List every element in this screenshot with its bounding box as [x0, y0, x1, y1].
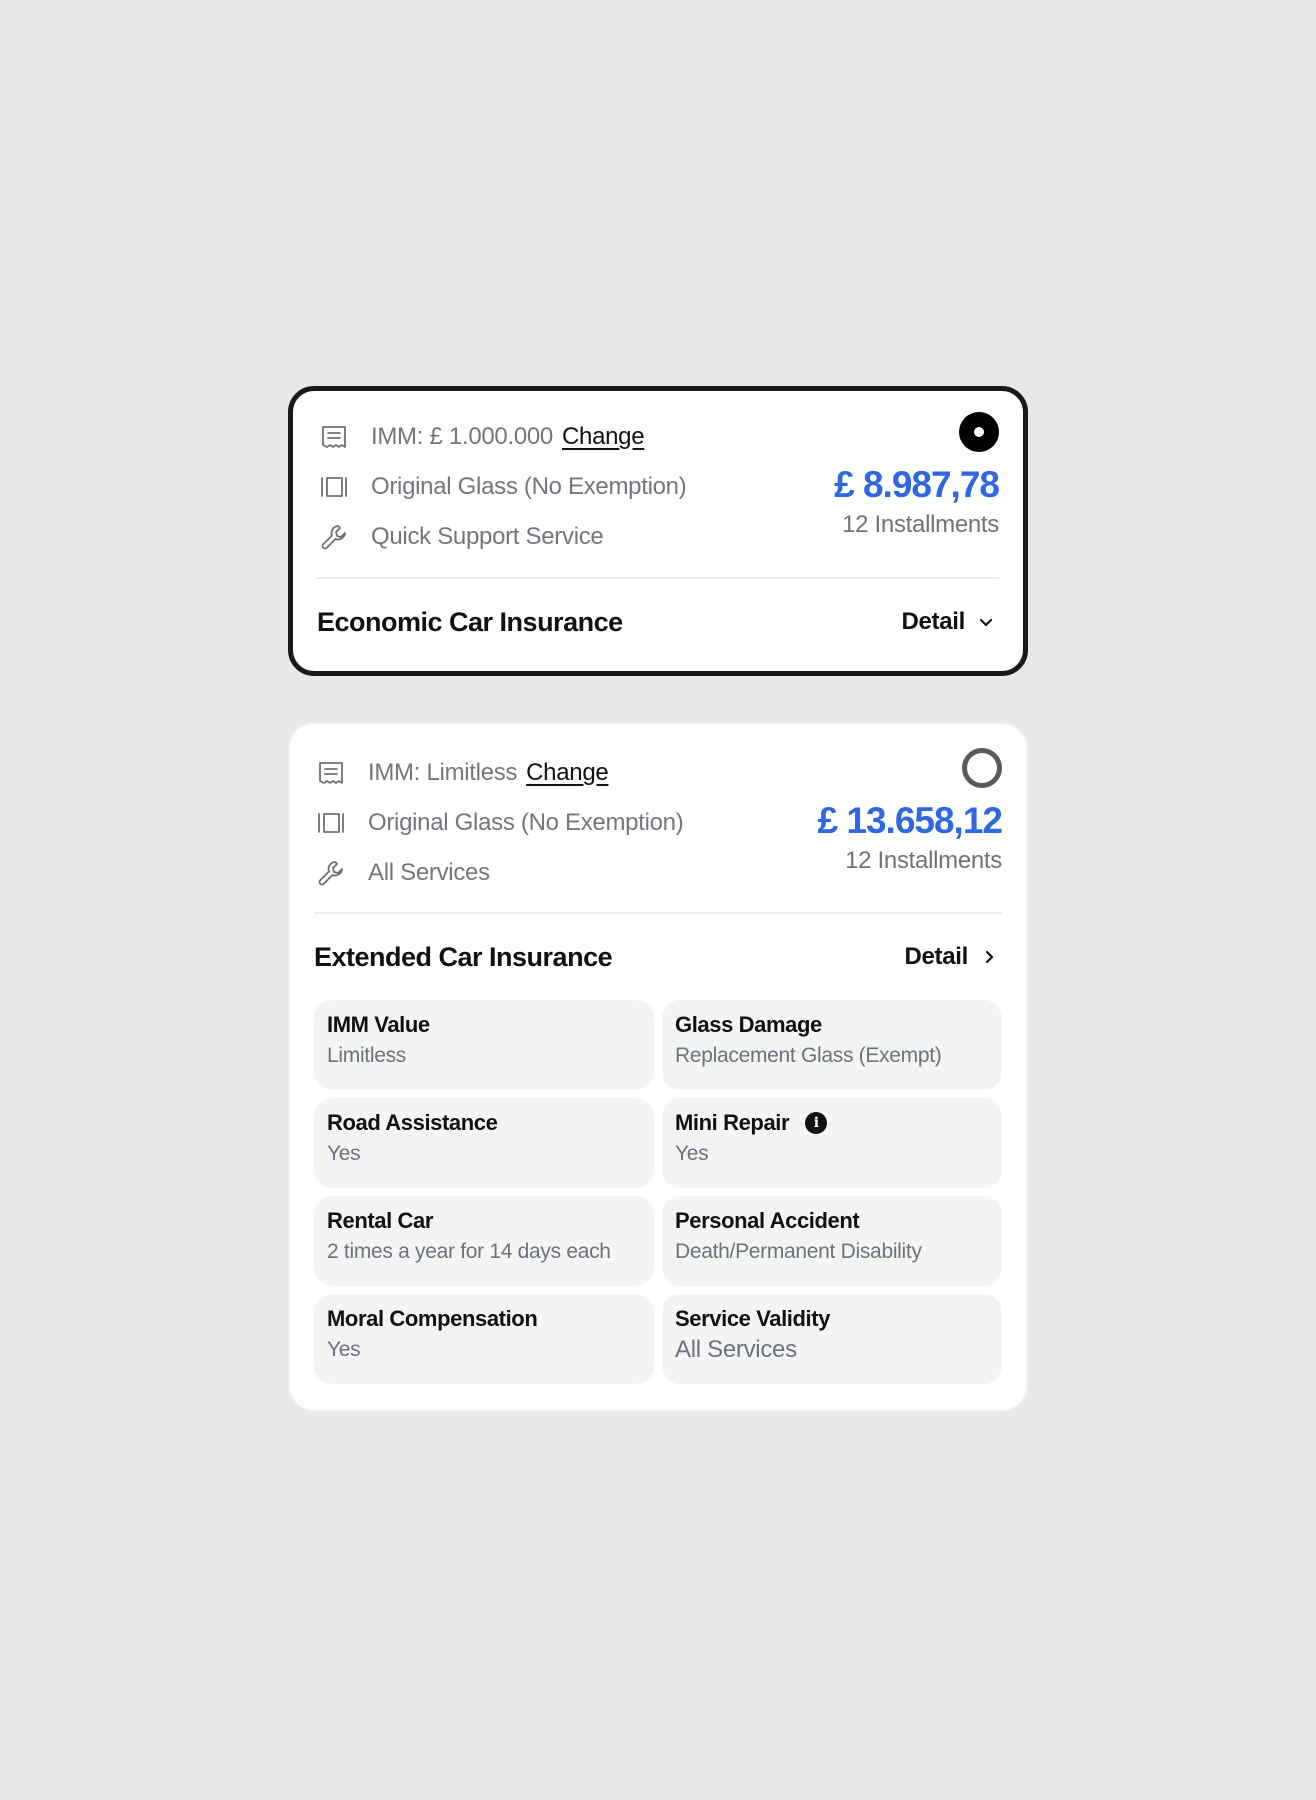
- detail-value: Limitless: [327, 1044, 406, 1067]
- detail-value: 2 times a year for 14 days each: [327, 1240, 611, 1263]
- detail-key: Glass Damage: [675, 1012, 822, 1037]
- detail-moral-compensation: Moral Compensation Yes: [314, 1294, 654, 1384]
- change-imm-link[interactable]: Change: [562, 423, 645, 451]
- price-amount: £ 8.987,78: [834, 464, 1000, 505]
- detail-value: Yes: [327, 1142, 361, 1165]
- feature-service: Quick Support Service: [317, 512, 686, 562]
- detail-imm-value: IMM Value Limitless: [314, 1000, 654, 1090]
- feature-list: IMM: Limitless Change Original Glass (No…: [314, 748, 684, 898]
- detail-rental-car: Rental Car 2 times a year for 14 days ea…: [314, 1196, 654, 1286]
- receipt-icon: [314, 756, 348, 790]
- chevron-right-icon: [985, 950, 994, 964]
- glass-icon: [314, 806, 348, 840]
- feature-service-label: All Services: [368, 859, 490, 886]
- feature-glass-label: Original Glass (No Exemption): [368, 809, 684, 836]
- divider: [314, 912, 1002, 914]
- detail-toggle-button[interactable]: Detail: [901, 608, 999, 636]
- divider: [317, 577, 999, 579]
- installments-label: 12 Installments: [842, 511, 999, 538]
- plan-summary: IMM: Limitless Change Original Glass (No…: [314, 748, 1003, 894]
- feature-glass: Original Glass (No Exemption): [314, 798, 684, 848]
- detail-key: Road Assistance: [327, 1110, 498, 1135]
- plan-title-row: Extended Car Insurance Detail: [314, 937, 1002, 977]
- detail-value: All Services: [675, 1336, 797, 1363]
- feature-glass: Original Glass (No Exemption): [317, 462, 687, 512]
- detail-label: Detail: [901, 608, 965, 635]
- plan-title: Economic Car Insurance: [317, 606, 623, 637]
- detail-label: Detail: [904, 943, 968, 970]
- detail-service-validity: Service Validity All Services: [662, 1294, 1002, 1384]
- feature-imm: IMM: £ 1.000.000 Change: [317, 412, 686, 462]
- feature-service-label: Quick Support Service: [371, 523, 604, 550]
- detail-value: Replacement Glass (Exempt): [675, 1044, 942, 1067]
- detail-value: Yes: [675, 1142, 709, 1165]
- glass-icon: [317, 470, 351, 504]
- detail-key: Personal Accident: [675, 1208, 860, 1233]
- detail-road-assistance: Road Assistance Yes: [314, 1098, 654, 1188]
- detail-toggle-button[interactable]: Detail: [904, 943, 1002, 971]
- wrench-icon: [314, 856, 348, 890]
- feature-list: IMM: £ 1.000.000 Change Original Glass (…: [317, 412, 687, 562]
- chevron-down-icon: [979, 618, 993, 627]
- price-amount: £ 13.658,12: [817, 800, 1003, 841]
- plan-title-row: Economic Car Insurance Detail: [317, 602, 999, 642]
- plan-card-economic[interactable]: IMM: £ 1.000.000 Change Original Glass (…: [288, 386, 1028, 676]
- detail-value: Death/Permanent Disability: [675, 1240, 922, 1263]
- coverage-details-grid: IMM Value Limitless Glass Damage Replace…: [314, 1000, 1002, 1384]
- plan-card-extended[interactable]: IMM: Limitless Change Original Glass (No…: [288, 722, 1028, 1412]
- detail-key: Service Validity: [675, 1306, 831, 1331]
- detail-mini-repair: Mini Repair i Yes: [662, 1098, 1002, 1188]
- feature-service: All Services: [314, 848, 683, 898]
- imm-label: IMM: £ 1.000.000: [371, 423, 553, 450]
- detail-key-row: Mini Repair i: [675, 1110, 989, 1136]
- detail-glass-damage: Glass Damage Replacement Glass (Exempt): [662, 1000, 1002, 1090]
- feature-glass-label: Original Glass (No Exemption): [371, 473, 687, 500]
- detail-key: IMM Value: [327, 1012, 430, 1037]
- plan-radio-unselected[interactable]: [962, 748, 1002, 788]
- plan-title: Extended Car Insurance: [314, 941, 613, 972]
- change-imm-link[interactable]: Change: [526, 759, 609, 787]
- plan-radio-selected[interactable]: [959, 412, 999, 452]
- price-block: £ 13.658,12 12 Installments: [817, 799, 1003, 875]
- wrench-icon: [317, 520, 351, 554]
- info-icon[interactable]: i: [805, 1112, 828, 1134]
- feature-imm: IMM: Limitless Change: [314, 748, 683, 798]
- receipt-icon: [317, 420, 351, 454]
- detail-key: Mini Repair: [675, 1110, 790, 1135]
- detail-key: Moral Compensation: [327, 1306, 538, 1331]
- plan-summary: IMM: £ 1.000.000 Change Original Glass (…: [317, 412, 1000, 558]
- price-block: £ 8.987,78 12 Installments: [834, 463, 1000, 539]
- detail-key: Rental Car: [327, 1208, 434, 1233]
- imm-label: IMM: Limitless: [368, 759, 518, 786]
- installments-label: 12 Installments: [845, 847, 1002, 874]
- detail-value: Yes: [327, 1338, 361, 1361]
- detail-personal-accident: Personal Accident Death/Permanent Disabi…: [662, 1196, 1002, 1286]
